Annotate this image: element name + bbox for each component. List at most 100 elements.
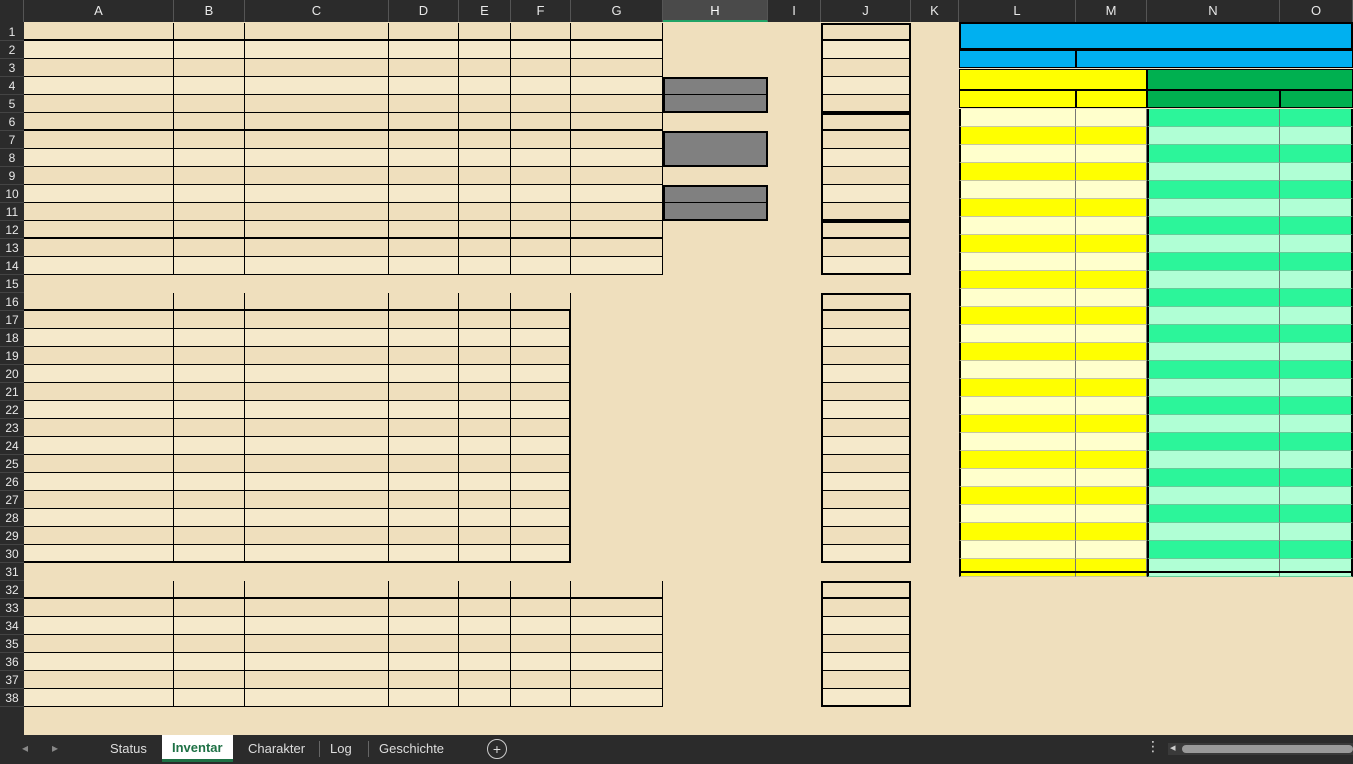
potion-cell[interactable] bbox=[459, 491, 511, 509]
row-header-9[interactable]: 9 bbox=[0, 167, 24, 185]
verkaufswert-cell[interactable] bbox=[821, 311, 911, 329]
ausgaben-cell[interactable] bbox=[959, 487, 1076, 505]
inventory-cell[interactable] bbox=[245, 149, 389, 167]
inventory-cell[interactable] bbox=[571, 149, 663, 167]
potion-cell[interactable] bbox=[389, 455, 459, 473]
ausgaben-cell[interactable] bbox=[959, 523, 1076, 541]
verfuegbar-value[interactable] bbox=[1076, 50, 1353, 68]
inventory-cell[interactable] bbox=[24, 635, 174, 653]
inventory-cell[interactable] bbox=[174, 149, 245, 167]
potion-cell[interactable] bbox=[245, 545, 389, 563]
inventory-cell[interactable] bbox=[511, 131, 571, 149]
potion-cell[interactable] bbox=[459, 509, 511, 527]
potion-cell[interactable] bbox=[174, 401, 245, 419]
inventory-cell[interactable] bbox=[571, 41, 663, 59]
gesamteinnahmen-label[interactable] bbox=[1147, 90, 1280, 108]
inventory-cell[interactable] bbox=[511, 167, 571, 185]
einnahmen-cell[interactable] bbox=[1147, 109, 1280, 127]
potion-cell[interactable] bbox=[24, 545, 174, 563]
ruestungswert-value[interactable] bbox=[663, 95, 768, 113]
einnahmen-cell[interactable] bbox=[1280, 343, 1353, 361]
inventory-cell[interactable] bbox=[245, 257, 389, 275]
verkaufswert-cell[interactable] bbox=[821, 473, 911, 491]
potion-cell[interactable] bbox=[511, 311, 571, 329]
column-header-e[interactable]: E bbox=[459, 0, 511, 22]
inventory-cell[interactable] bbox=[389, 59, 459, 77]
inventory-cell[interactable] bbox=[174, 671, 245, 689]
row-header-4[interactable]: 4 bbox=[0, 77, 24, 95]
einnahmen-cell[interactable] bbox=[1280, 379, 1353, 397]
potion-cell[interactable] bbox=[24, 527, 174, 545]
row-header-11[interactable]: 11 bbox=[0, 203, 24, 221]
verkaufswert-cell[interactable] bbox=[821, 41, 911, 59]
scroll-right-icon[interactable]: ▸ bbox=[52, 741, 58, 755]
verkaufswert-header[interactable] bbox=[821, 23, 911, 41]
inventory-cell[interactable] bbox=[174, 167, 245, 185]
potion-cell[interactable] bbox=[511, 329, 571, 347]
inventory-cell[interactable] bbox=[24, 41, 174, 59]
row-header-2[interactable]: 2 bbox=[0, 41, 24, 59]
inventory-cell[interactable] bbox=[511, 95, 571, 113]
einnahmen-cell[interactable] bbox=[1280, 469, 1353, 487]
einnahmen-cell[interactable] bbox=[1280, 271, 1353, 289]
inventory-cell[interactable] bbox=[245, 131, 389, 149]
sonderitems-header-3[interactable] bbox=[389, 221, 459, 239]
potion-cell[interactable] bbox=[245, 383, 389, 401]
inventory-cell[interactable] bbox=[571, 95, 663, 113]
inventory-cell[interactable] bbox=[571, 635, 663, 653]
ausgaben-cell[interactable] bbox=[1076, 343, 1147, 361]
column-header-j[interactable]: J bbox=[821, 0, 911, 22]
ausgaben-cell[interactable] bbox=[1076, 505, 1147, 523]
column-header-b[interactable]: B bbox=[174, 0, 245, 22]
potion-cell[interactable] bbox=[24, 491, 174, 509]
waffen-header-2[interactable] bbox=[245, 23, 389, 41]
einnahmen-cell[interactable] bbox=[1147, 163, 1280, 181]
verkaufswert-cell[interactable] bbox=[821, 59, 911, 77]
ausgaben-cell[interactable] bbox=[1076, 379, 1147, 397]
potion-cell[interactable] bbox=[459, 455, 511, 473]
einnahmen-cell[interactable] bbox=[1147, 541, 1280, 559]
einnahmen-cell[interactable] bbox=[1147, 145, 1280, 163]
potion-cell[interactable] bbox=[389, 509, 459, 527]
inventory-cell[interactable] bbox=[24, 239, 174, 257]
einnahmen-cell[interactable] bbox=[1147, 523, 1280, 541]
potion-cell[interactable] bbox=[511, 365, 571, 383]
ausgaben-cell[interactable] bbox=[959, 325, 1076, 343]
potion-cell[interactable] bbox=[245, 311, 389, 329]
einnahmen-cell[interactable] bbox=[1280, 541, 1353, 559]
ruestung-header-2[interactable] bbox=[245, 113, 389, 131]
ausgaben-cell[interactable] bbox=[959, 451, 1076, 469]
row-header-28[interactable]: 28 bbox=[0, 509, 24, 527]
inventory-cell[interactable] bbox=[24, 203, 174, 221]
inventory-cell[interactable] bbox=[389, 635, 459, 653]
inventory-cell[interactable] bbox=[459, 257, 511, 275]
inventory-cell[interactable] bbox=[174, 689, 245, 707]
ausgaben-cell[interactable] bbox=[959, 361, 1076, 379]
sonstige-header-4[interactable] bbox=[459, 581, 511, 599]
einnahmen-cell[interactable] bbox=[1147, 559, 1280, 577]
ausgaben-cell[interactable] bbox=[1076, 181, 1147, 199]
einnahmen-cell[interactable] bbox=[1147, 217, 1280, 235]
ausgaben-cell[interactable] bbox=[959, 307, 1076, 325]
potion-cell[interactable] bbox=[174, 329, 245, 347]
row-header-18[interactable]: 18 bbox=[0, 329, 24, 347]
row-header-26[interactable]: 26 bbox=[0, 473, 24, 491]
inventory-cell[interactable] bbox=[245, 185, 389, 203]
horizontal-scrollbar[interactable]: ◂ bbox=[1168, 742, 1353, 755]
potion-cell[interactable] bbox=[24, 437, 174, 455]
gewicht-gesamt-value[interactable] bbox=[663, 149, 768, 167]
potion-cell[interactable] bbox=[174, 455, 245, 473]
row-header-20[interactable]: 20 bbox=[0, 365, 24, 383]
einnahmen-cell[interactable] bbox=[1147, 361, 1280, 379]
inventory-cell[interactable] bbox=[389, 149, 459, 167]
waffen-header-1[interactable] bbox=[174, 23, 245, 41]
inventory-cell[interactable] bbox=[459, 59, 511, 77]
row-header-6[interactable]: 6 bbox=[0, 113, 24, 131]
inventory-cell[interactable] bbox=[571, 671, 663, 689]
inventory-cell[interactable] bbox=[174, 185, 245, 203]
ruestung-header-5[interactable] bbox=[511, 113, 571, 131]
sonstige-header-5[interactable] bbox=[511, 581, 571, 599]
ausgaben-cell[interactable] bbox=[959, 343, 1076, 361]
scrollbar-thumb[interactable] bbox=[1182, 745, 1353, 753]
einnahmen-cell[interactable] bbox=[1147, 433, 1280, 451]
